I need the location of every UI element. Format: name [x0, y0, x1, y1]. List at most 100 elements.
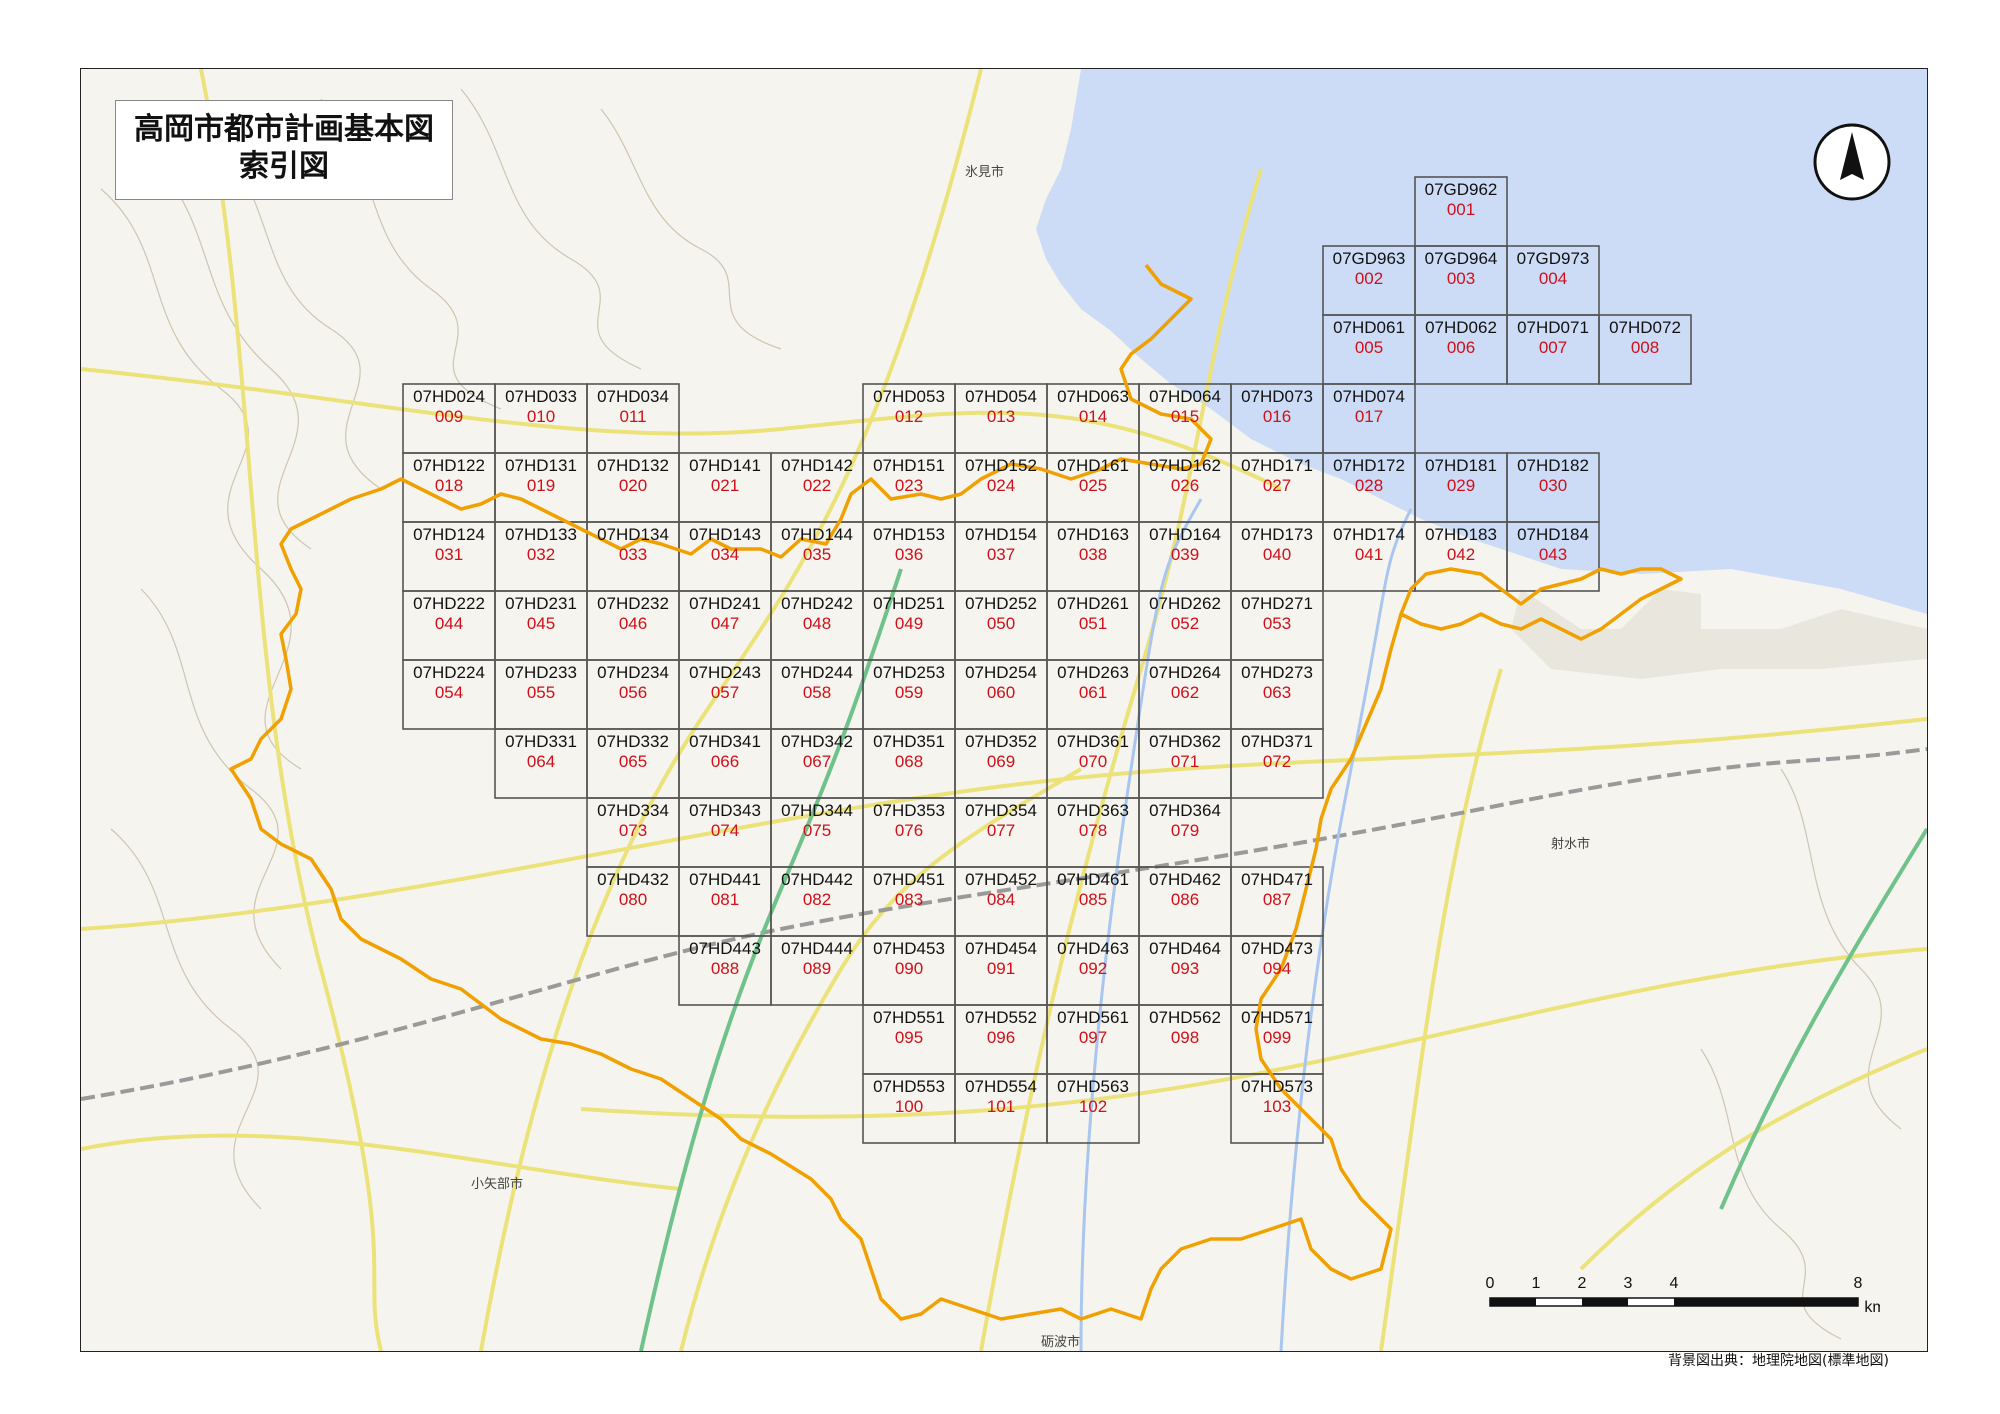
tile-label[interactable]: 07HD262 052 — [1139, 591, 1231, 660]
tile-label[interactable]: 07HD033 010 — [495, 384, 587, 453]
tile-label[interactable]: 07HD364 079 — [1139, 798, 1231, 867]
tile-label[interactable]: 07HD054 013 — [955, 384, 1047, 453]
tile-label[interactable]: 07HD231 045 — [495, 591, 587, 660]
tile-label[interactable]: 07HD152 024 — [955, 453, 1047, 522]
tile-label[interactable]: 07HD174 041 — [1323, 522, 1415, 591]
tile-label[interactable]: 07GD963 002 — [1323, 246, 1415, 315]
tile-label[interactable]: 07HD171 027 — [1231, 453, 1323, 522]
tile-label[interactable]: 07HD234 056 — [587, 660, 679, 729]
tile-label[interactable]: 07HD562 098 — [1139, 1005, 1231, 1074]
tile-label[interactable]: 07HD344 075 — [771, 798, 863, 867]
map-frame[interactable]: 氷見市 射水市 小矢部市 砺波市 07GD962 001 07GD963 002 07G… — [80, 68, 1928, 1352]
tile-label[interactable]: 07HD232 046 — [587, 591, 679, 660]
tile-label[interactable]: 07HD253 059 — [863, 660, 955, 729]
tile-label[interactable]: 07HD442 082 — [771, 867, 863, 936]
tile-label[interactable]: 07HD244 058 — [771, 660, 863, 729]
tile-label[interactable]: 07GD962 001 — [1415, 177, 1507, 246]
tile-label[interactable]: 07HD183 042 — [1415, 522, 1507, 591]
tile-label[interactable]: 07HD224 054 — [403, 660, 495, 729]
tile-label[interactable]: 07HD354 077 — [955, 798, 1047, 867]
tile-label[interactable]: 07HD074 017 — [1323, 384, 1415, 453]
tile-label[interactable]: 07HD233 055 — [495, 660, 587, 729]
tile-label[interactable]: 07HD452 084 — [955, 867, 1047, 936]
tile-label[interactable]: 07HD134 033 — [587, 522, 679, 591]
tile-label[interactable]: 07HD242 048 — [771, 591, 863, 660]
tile-label[interactable]: 07HD133 032 — [495, 522, 587, 591]
tile-label[interactable]: 07HD462 086 — [1139, 867, 1231, 936]
tile-label[interactable]: 07HD261 051 — [1047, 591, 1139, 660]
tile-label[interactable]: 07HD443 088 — [679, 936, 771, 1005]
tile-label[interactable]: 07HD184 043 — [1507, 522, 1599, 591]
tile-label[interactable]: 07HD441 081 — [679, 867, 771, 936]
tile-label[interactable]: 07HD151 023 — [863, 453, 955, 522]
tile-label[interactable]: 07HD061 005 — [1323, 315, 1415, 384]
tile-label[interactable]: 07HD153 036 — [863, 522, 955, 591]
tile-label[interactable]: 07HD064 015 — [1139, 384, 1231, 453]
tile-label[interactable]: 07HD331 064 — [495, 729, 587, 798]
tile-label[interactable]: 07HD122 018 — [403, 453, 495, 522]
tile-label[interactable]: 07HD241 047 — [679, 591, 771, 660]
tile-label[interactable]: 07HD444 089 — [771, 936, 863, 1005]
tile-label[interactable]: 07HD351 068 — [863, 729, 955, 798]
tile-label[interactable]: 07HD473 094 — [1231, 936, 1323, 1005]
tile-label[interactable]: 07HD273 063 — [1231, 660, 1323, 729]
tile-label[interactable]: 07HD222 044 — [403, 591, 495, 660]
tile-label[interactable]: 07HD332 065 — [587, 729, 679, 798]
tile-label[interactable]: 07HD464 093 — [1139, 936, 1231, 1005]
tile-label[interactable]: 07HD463 092 — [1047, 936, 1139, 1005]
tile-label[interactable]: 07HD334 073 — [587, 798, 679, 867]
tile-label[interactable]: 07HD142 022 — [771, 453, 863, 522]
tile-label[interactable]: 07HD362 071 — [1139, 729, 1231, 798]
tile-label[interactable]: 07HD453 090 — [863, 936, 955, 1005]
tile-label[interactable]: 07HD554 101 — [955, 1074, 1047, 1143]
tile-label[interactable]: 07HD072 008 — [1599, 315, 1691, 384]
tile-label[interactable]: 07HD251 049 — [863, 591, 955, 660]
tile-label[interactable]: 07HD124 031 — [403, 522, 495, 591]
tile-label[interactable]: 07HD162 026 — [1139, 453, 1231, 522]
tile-label[interactable]: 07GD973 004 — [1507, 246, 1599, 315]
tile-label[interactable]: 07HD271 053 — [1231, 591, 1323, 660]
tile-label[interactable]: 07HD144 035 — [771, 522, 863, 591]
tile-label[interactable]: 07HD454 091 — [955, 936, 1047, 1005]
tile-label[interactable]: 07HD053 012 — [863, 384, 955, 453]
tile-label[interactable]: 07HD163 038 — [1047, 522, 1139, 591]
tile-label[interactable]: 07HD143 034 — [679, 522, 771, 591]
tile-label[interactable]: 07HD353 076 — [863, 798, 955, 867]
tile-label[interactable]: 07HD141 021 — [679, 453, 771, 522]
tile-label[interactable]: 07HD471 087 — [1231, 867, 1323, 936]
tile-label[interactable]: 07HD552 096 — [955, 1005, 1047, 1074]
tile-label[interactable]: 07HD451 083 — [863, 867, 955, 936]
tile-label[interactable]: 07HD154 037 — [955, 522, 1047, 591]
tile-label[interactable]: 07HD164 039 — [1139, 522, 1231, 591]
tile-label[interactable]: 07HD131 019 — [495, 453, 587, 522]
tile-label[interactable]: 07HD024 009 — [403, 384, 495, 453]
tile-label[interactable]: 07HD062 006 — [1415, 315, 1507, 384]
tile-label[interactable]: 07HD173 040 — [1231, 522, 1323, 591]
tile-label[interactable]: 07HD352 069 — [955, 729, 1047, 798]
tile-label[interactable]: 07HD132 020 — [587, 453, 679, 522]
tile-label[interactable]: 07HD181 029 — [1415, 453, 1507, 522]
tile-label[interactable]: 07HD461 085 — [1047, 867, 1139, 936]
tile-label[interactable]: 07HD342 067 — [771, 729, 863, 798]
tile-label[interactable]: 07HD252 050 — [955, 591, 1047, 660]
tile-label[interactable]: 07HD432 080 — [587, 867, 679, 936]
tile-label[interactable]: 07HD551 095 — [863, 1005, 955, 1074]
tile-label[interactable]: 07HD563 102 — [1047, 1074, 1139, 1143]
tile-label[interactable]: 07HD371 072 — [1231, 729, 1323, 798]
tile-label[interactable]: 07HD343 074 — [679, 798, 771, 867]
tile-label[interactable]: 07HD243 057 — [679, 660, 771, 729]
tile-label[interactable]: 07HD172 028 — [1323, 453, 1415, 522]
tile-label[interactable]: 07HD363 078 — [1047, 798, 1139, 867]
tile-label[interactable]: 07HD361 070 — [1047, 729, 1139, 798]
tile-label[interactable]: 07HD161 025 — [1047, 453, 1139, 522]
tile-label[interactable]: 07HD254 060 — [955, 660, 1047, 729]
tile-label[interactable]: 07HD182 030 — [1507, 453, 1599, 522]
tile-label[interactable]: 07HD263 061 — [1047, 660, 1139, 729]
tile-label[interactable]: 07HD071 007 — [1507, 315, 1599, 384]
tile-label[interactable]: 07HD063 014 — [1047, 384, 1139, 453]
tile-label[interactable]: 07HD073 016 — [1231, 384, 1323, 453]
tile-label[interactable]: 07HD553 100 — [863, 1074, 955, 1143]
tile-label[interactable]: 07HD561 097 — [1047, 1005, 1139, 1074]
tile-label[interactable]: 07HD571 099 — [1231, 1005, 1323, 1074]
tile-label[interactable]: 07HD264 062 — [1139, 660, 1231, 729]
